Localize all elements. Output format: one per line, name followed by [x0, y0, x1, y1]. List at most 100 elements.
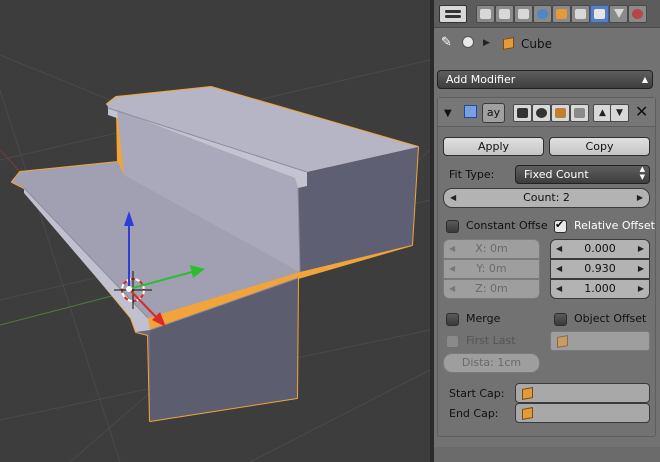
cage-toggle-button[interactable] [570, 104, 589, 122]
down-arrow-icon: ▼ [616, 108, 623, 118]
object-cube-icon [556, 9, 567, 19]
offset-object-field [550, 331, 650, 351]
remove-modifier-icon[interactable]: ✕ [635, 102, 648, 121]
pin-icon[interactable]: ✎ [441, 35, 452, 50]
viewport-scene [0, 54, 430, 462]
relative-x-field[interactable]: ◀ 0.000 ▶ [550, 239, 650, 259]
move-down-button[interactable]: ▼ [610, 104, 629, 122]
relative-y-increment-icon[interactable]: ▶ [638, 260, 644, 278]
constant-z-left-arrow-icon: ◀ [449, 284, 456, 293]
first-last-label: First Last [466, 334, 516, 347]
dropdown-arrows-icon: ▲ [641, 75, 648, 84]
array-modifier-icon [464, 105, 477, 118]
constant-y-left-arrow-icon: ◀ [449, 264, 456, 273]
merge-checkbox[interactable] [446, 313, 459, 326]
count-decrement-icon[interactable]: ◀ [450, 189, 456, 207]
constant-offset-label: Constant Offse [466, 219, 548, 232]
up-arrow-icon: ▲ [599, 108, 606, 118]
constant-x-field: ◀ X: 0m [443, 239, 540, 259]
camera-toggle-icon [517, 108, 528, 118]
relative-x-increment-icon[interactable]: ▶ [638, 240, 644, 258]
count-field[interactable]: ◀ Count: 2 ▶ [443, 188, 650, 208]
editor-type-icon [445, 10, 461, 13]
render-layers-tab[interactable] [495, 5, 514, 23]
end-cap-label: End Cap: [449, 407, 499, 420]
constant-y-value: Y: 0m [476, 262, 507, 275]
constant-offset-checkbox[interactable] [446, 220, 459, 233]
layers-icon [499, 9, 510, 19]
modifier-name-field[interactable]: ay [482, 103, 505, 123]
object-offset-checkbox[interactable] [554, 313, 567, 326]
relative-offset-label: Relative Offset [574, 219, 655, 232]
material-tab[interactable] [628, 5, 647, 23]
relative-y-value: 0.930 [584, 262, 616, 275]
relative-z-field[interactable]: ◀ 1.000 ▶ [550, 279, 650, 299]
eye-icon [536, 108, 547, 118]
constant-x-value: X: 0m [475, 242, 508, 255]
constant-z-value: Z: 0m [475, 282, 508, 295]
stairs-mesh[interactable] [11, 86, 419, 422]
panel-footer [434, 447, 660, 462]
link-icon [575, 9, 586, 19]
camera-icon [480, 9, 491, 19]
editmode-icon [555, 108, 566, 118]
editor-type-icon-line [445, 15, 461, 18]
object-tab[interactable] [552, 5, 571, 23]
end-cap-field[interactable] [515, 403, 650, 423]
constraints-tab[interactable] [571, 5, 590, 23]
breadcrumb-arrow-icon: ▶ [483, 38, 490, 48]
viewport-toggle-button[interactable] [532, 104, 551, 122]
object-offset-label: Object Offset [574, 312, 647, 325]
first-last-checkbox [446, 335, 459, 348]
add-modifier-dropdown[interactable]: Add Modifier ▲ [437, 70, 653, 89]
data-tab[interactable] [609, 5, 628, 23]
fit-type-label: Fit Type: [449, 168, 495, 181]
constant-x-left-arrow-icon: ◀ [449, 244, 456, 253]
editor-type-button[interactable] [439, 5, 467, 23]
render-tab[interactable] [476, 5, 495, 23]
fit-type-value: Fixed Count [524, 168, 589, 181]
mesh-data-icon [613, 9, 624, 18]
properties-header [434, 0, 660, 28]
start-cap-field[interactable] [515, 383, 650, 403]
add-modifier-label: Add Modifier [446, 73, 516, 86]
start-cap-cube-icon [522, 387, 533, 400]
collapse-arrow-icon[interactable]: ▼ [444, 108, 452, 119]
editmode-toggle-button[interactable] [551, 104, 570, 122]
world-tab[interactable] [533, 5, 552, 23]
merge-label: Merge [466, 312, 501, 325]
apply-button[interactable]: Apply [443, 137, 544, 156]
modifiers-tab[interactable] [590, 5, 609, 23]
relative-x-decrement-icon[interactable]: ◀ [556, 240, 562, 258]
offset-object-cube-icon [557, 335, 568, 348]
cage-icon [574, 108, 585, 118]
properties-panel: ✎ ▶ Cube Add Modifier ▲ ▼ ay ▲ ▼ ✕ Apply… [434, 0, 660, 462]
scene-icon [518, 9, 529, 19]
material-icon [632, 9, 643, 19]
world-icon [537, 9, 548, 19]
scene-tab[interactable] [514, 5, 533, 23]
count-value: Count: 2 [523, 191, 570, 204]
wrench-icon [594, 9, 605, 19]
fit-type-dropdown[interactable]: Fixed Count ▲ ▼ [515, 165, 650, 184]
end-cap-cube-icon [522, 407, 533, 420]
constant-z-field: ◀ Z: 0m [443, 279, 540, 299]
merge-distance-value: Dista: 1cm [461, 356, 522, 369]
relative-offset-checkbox[interactable] [554, 218, 567, 233]
start-cap-label: Start Cap: [449, 387, 505, 400]
constant-y-field: ◀ Y: 0m [443, 259, 540, 279]
relative-x-value: 0.000 [584, 242, 616, 255]
merge-distance-field: Dista: 1cm [443, 353, 540, 373]
copy-button[interactable]: Copy [549, 137, 650, 156]
relative-z-value: 1.000 [584, 282, 616, 295]
cube-object-icon [503, 37, 514, 50]
relative-y-decrement-icon[interactable]: ◀ [556, 260, 562, 278]
relative-z-increment-icon[interactable]: ▶ [638, 280, 644, 298]
count-increment-icon[interactable]: ▶ [637, 189, 643, 207]
3d-viewport[interactable] [0, 0, 430, 462]
render-toggle-button[interactable] [513, 104, 532, 122]
relative-y-field[interactable]: ◀ 0.930 ▶ [550, 259, 650, 279]
fit-type-arrows-icon: ▲ ▼ [639, 165, 645, 181]
relative-z-decrement-icon[interactable]: ◀ [556, 280, 562, 298]
breadcrumb-object-name: Cube [521, 37, 552, 51]
